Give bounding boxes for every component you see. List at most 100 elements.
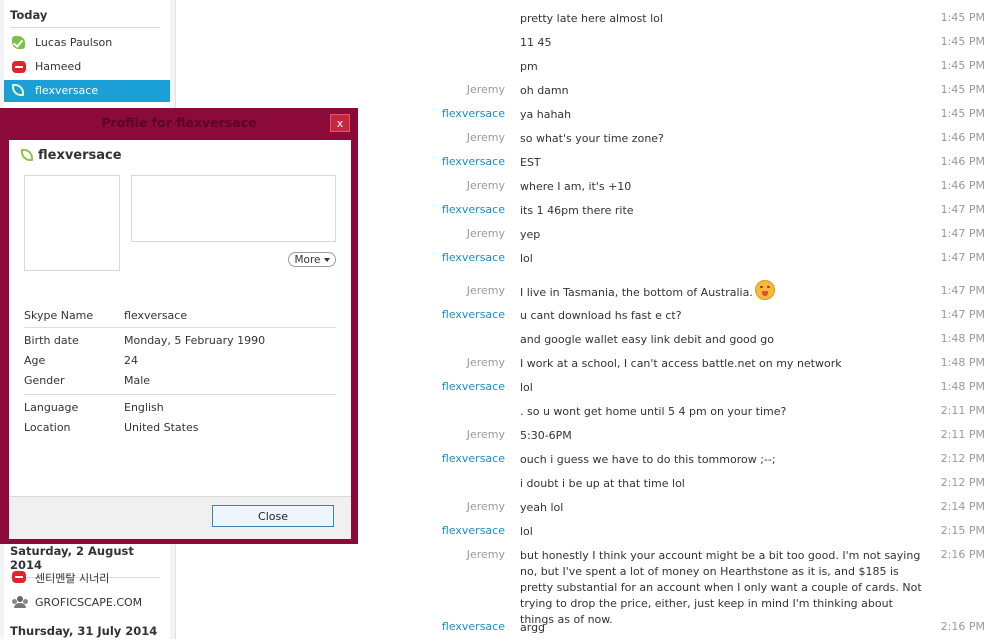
online-status-icon — [12, 36, 26, 50]
message-text: pretty late here almost lol — [520, 12, 663, 25]
message-row: Jeremy but honestly I think your account… — [176, 544, 993, 626]
field-gender: Gender Male — [24, 372, 336, 390]
message-sender[interactable]: Jeremy — [467, 428, 505, 441]
offline-status-icon — [12, 570, 26, 584]
message-sender[interactable]: Jeremy — [467, 284, 505, 297]
field-label: Location — [24, 421, 71, 434]
contact-flexversace[interactable]: flexversace — [4, 80, 170, 102]
message-sender[interactable]: Jeremy — [467, 179, 505, 192]
message-time: 2:16 PM — [940, 548, 985, 561]
message-time: 2:11 PM — [940, 404, 985, 417]
message-time: 1:47 PM — [940, 284, 985, 297]
divider — [24, 394, 336, 395]
message-sender[interactable]: flexversace — [442, 452, 505, 465]
message-text: so what's your time zone? — [520, 132, 664, 145]
message-sender[interactable]: flexversace — [442, 308, 505, 321]
field-value: United States — [124, 421, 199, 434]
message-text: ya hahah — [520, 108, 572, 121]
contact-name: flexversace — [35, 84, 99, 97]
contact-name: GROFICSCAPE.COM — [35, 596, 143, 609]
message-sender[interactable]: Jeremy — [467, 356, 505, 369]
field-label: Gender — [24, 374, 65, 387]
message-row: flexversace argg 2:16 PM — [176, 616, 993, 638]
field-language: Language English — [24, 399, 336, 417]
message-sender[interactable]: flexversace — [442, 620, 505, 633]
close-icon[interactable]: x — [330, 114, 350, 132]
message-text-with-emoji: I live in Tasmania, the bottom of Austra… — [520, 280, 930, 301]
message-time: 2:16 PM — [940, 620, 985, 633]
message-sender[interactable]: Jeremy — [467, 548, 505, 561]
message-sender[interactable]: Jeremy — [467, 83, 505, 96]
message-text: where I am, it's +10 — [520, 180, 632, 193]
message-sender[interactable]: Jeremy — [467, 131, 505, 144]
field-birth-date: Birth date Monday, 5 February 1990 — [24, 332, 336, 350]
message-time: 2:14 PM — [940, 500, 985, 513]
message-sender[interactable]: Jeremy — [467, 227, 505, 240]
field-age: Age 24 — [24, 352, 336, 370]
message-time: 1:45 PM — [940, 35, 985, 48]
profile-picture — [24, 175, 120, 271]
message-sender[interactable]: flexversace — [442, 107, 505, 120]
message-time: 1:47 PM — [940, 308, 985, 321]
message-text: i doubt i be up at that time lol — [520, 477, 685, 490]
field-value: 24 — [124, 354, 138, 367]
message-text: 11 45 — [520, 36, 552, 49]
message-row: pretty late here almost lol 1:45 PM — [176, 7, 993, 31]
more-button[interactable]: More — [288, 252, 336, 267]
message-time: 1:45 PM — [940, 11, 985, 24]
message-time: 1:47 PM — [940, 227, 985, 240]
message-time: 1:45 PM — [940, 83, 985, 96]
message-text: I live in Tasmania, the bottom of Austra… — [520, 286, 753, 299]
message-time: 1:45 PM — [940, 107, 985, 120]
message-text: oh damn — [520, 84, 569, 97]
message-time: 2:11 PM — [940, 428, 985, 441]
caret-down-icon — [323, 258, 330, 262]
message-sender[interactable]: flexversace — [442, 155, 505, 168]
group-header-today: Today — [10, 8, 160, 28]
dialog-footer: Close — [9, 496, 351, 539]
message-row: 11 45 1:45 PM — [176, 31, 993, 55]
close-button[interactable]: Close — [212, 505, 334, 527]
contact-korean-user[interactable]: 센티멘탈 시너리 — [4, 566, 170, 588]
message-text: lol — [520, 381, 533, 394]
profile-body: flexversace More Skype Name flexversace … — [9, 140, 351, 496]
message-text: yeah lol — [520, 501, 564, 514]
message-text: lol — [520, 525, 533, 538]
message-time: 2:15 PM — [940, 524, 985, 537]
message-text: and google wallet easy link debit and go… — [520, 333, 774, 346]
message-sender[interactable]: flexversace — [442, 251, 505, 264]
contact-groficscape[interactable]: GROFICSCAPE.COM — [4, 592, 170, 614]
leaf-status-icon — [21, 149, 33, 161]
message-row: pm 1:45 PM — [176, 55, 993, 79]
message-text: ouch i guess we have to do this tommorow… — [520, 453, 776, 466]
message-text: I work at a school, I can't access battl… — [520, 357, 842, 370]
message-sender[interactable]: flexversace — [442, 203, 505, 216]
message-time: 1:46 PM — [940, 131, 985, 144]
field-label: Birth date — [24, 334, 79, 347]
message-text: pm — [520, 60, 538, 73]
message-time: 1:45 PM — [940, 59, 985, 72]
message-text: lol — [520, 252, 533, 265]
contact-hameed[interactable]: Hameed — [4, 56, 170, 78]
leaf-status-icon — [12, 84, 26, 98]
message-text: 5:30-6PM — [520, 429, 572, 442]
message-time: 1:48 PM — [940, 380, 985, 393]
field-value: flexversace — [124, 309, 188, 322]
field-location: Location United States — [24, 419, 336, 437]
field-value: Monday, 5 February 1990 — [124, 334, 266, 347]
message-sender[interactable]: flexversace — [442, 380, 505, 393]
message-text: EST — [520, 156, 541, 169]
message-sender[interactable]: Jeremy — [467, 500, 505, 513]
message-sender[interactable]: flexversace — [442, 524, 505, 537]
group-header-thursday: Thursday, 31 July 2014 — [10, 624, 158, 638]
field-skype-name: Skype Name flexversace — [24, 307, 336, 325]
contact-lucas-paulson[interactable]: Lucas Paulson — [4, 32, 170, 54]
message-text: argg — [520, 621, 546, 634]
profile-name-text: flexversace — [38, 148, 122, 163]
message-text: . so u wont get home until 5 4 pm on you… — [520, 405, 787, 418]
profile-dialog: Profile for flexversace x flexversace Mo… — [0, 108, 358, 544]
tongue-out-emoticon-icon — [754, 280, 775, 300]
message-text: yep — [520, 228, 541, 241]
offline-status-icon — [12, 60, 26, 74]
divider — [24, 327, 336, 328]
